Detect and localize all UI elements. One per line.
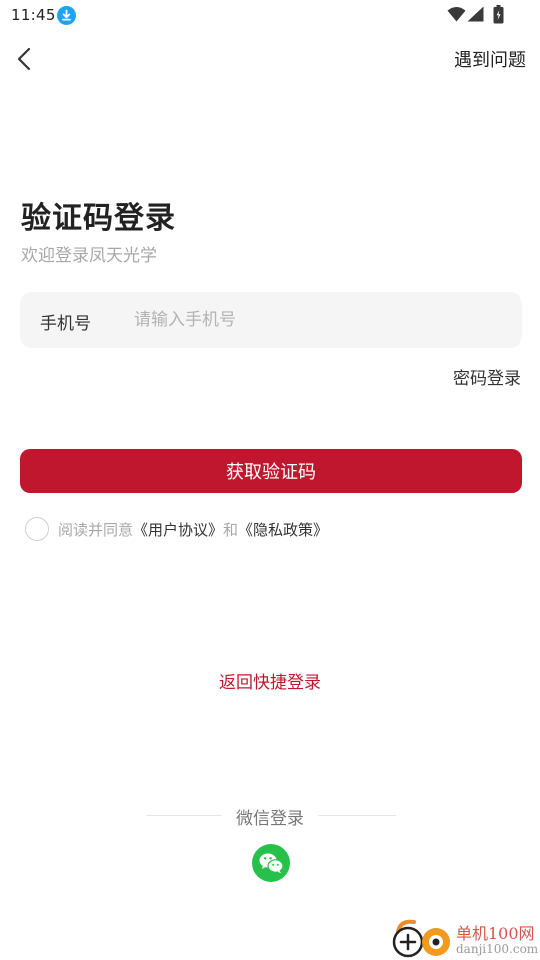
chevron-left-icon bbox=[17, 47, 31, 71]
back-button[interactable] bbox=[10, 44, 40, 74]
divider-right bbox=[318, 815, 396, 816]
wechat-login-button[interactable] bbox=[252, 844, 290, 882]
watermark-url: danji100.com bbox=[456, 942, 539, 956]
quick-login-link[interactable]: 返回快捷登录 bbox=[0, 668, 540, 693]
phone-field: 手机号 bbox=[20, 292, 522, 348]
privacy-policy-link[interactable]: 《隐私政策》 bbox=[238, 519, 328, 540]
login-page: 11:45 遇到问题 验证码登录 欢迎登录凤天光学 手机号 请输入手机号 密码登… bbox=[0, 0, 540, 960]
phone-label: 手机号 bbox=[40, 314, 91, 334]
watermark-logo-icon bbox=[392, 919, 450, 958]
page-title: 验证码登录 bbox=[21, 201, 176, 236]
help-link[interactable]: 遇到问题 bbox=[454, 46, 526, 72]
agreement-row: 阅读并同意 《用户协议》 和 《隐私政策》 bbox=[25, 516, 328, 542]
wechat-login-label: 微信登录 bbox=[236, 809, 304, 829]
user-agreement-link[interactable]: 《用户协议》 bbox=[133, 519, 223, 540]
page-subtitle: 欢迎登录凤天光学 bbox=[21, 246, 157, 266]
download-icon bbox=[57, 6, 76, 25]
password-login-link[interactable]: 密码登录 bbox=[453, 364, 521, 389]
battery-icon bbox=[493, 5, 504, 28]
watermark: 单机100网 danji100.com bbox=[390, 918, 540, 960]
status-time: 11:45 bbox=[11, 6, 56, 24]
phone-input[interactable] bbox=[134, 304, 504, 336]
agreement-prefix: 阅读并同意 bbox=[58, 520, 134, 539]
agreement-conjunction: 和 bbox=[223, 520, 239, 539]
agreement-checkbox[interactable] bbox=[25, 517, 49, 541]
get-code-button[interactable]: 获取验证码 bbox=[20, 449, 522, 493]
signal-icon bbox=[467, 6, 484, 26]
status-bar: 11:45 bbox=[0, 0, 540, 32]
wechat-icon bbox=[259, 853, 284, 874]
watermark-name: 单机100网 bbox=[456, 924, 535, 943]
wifi-icon bbox=[447, 6, 466, 26]
